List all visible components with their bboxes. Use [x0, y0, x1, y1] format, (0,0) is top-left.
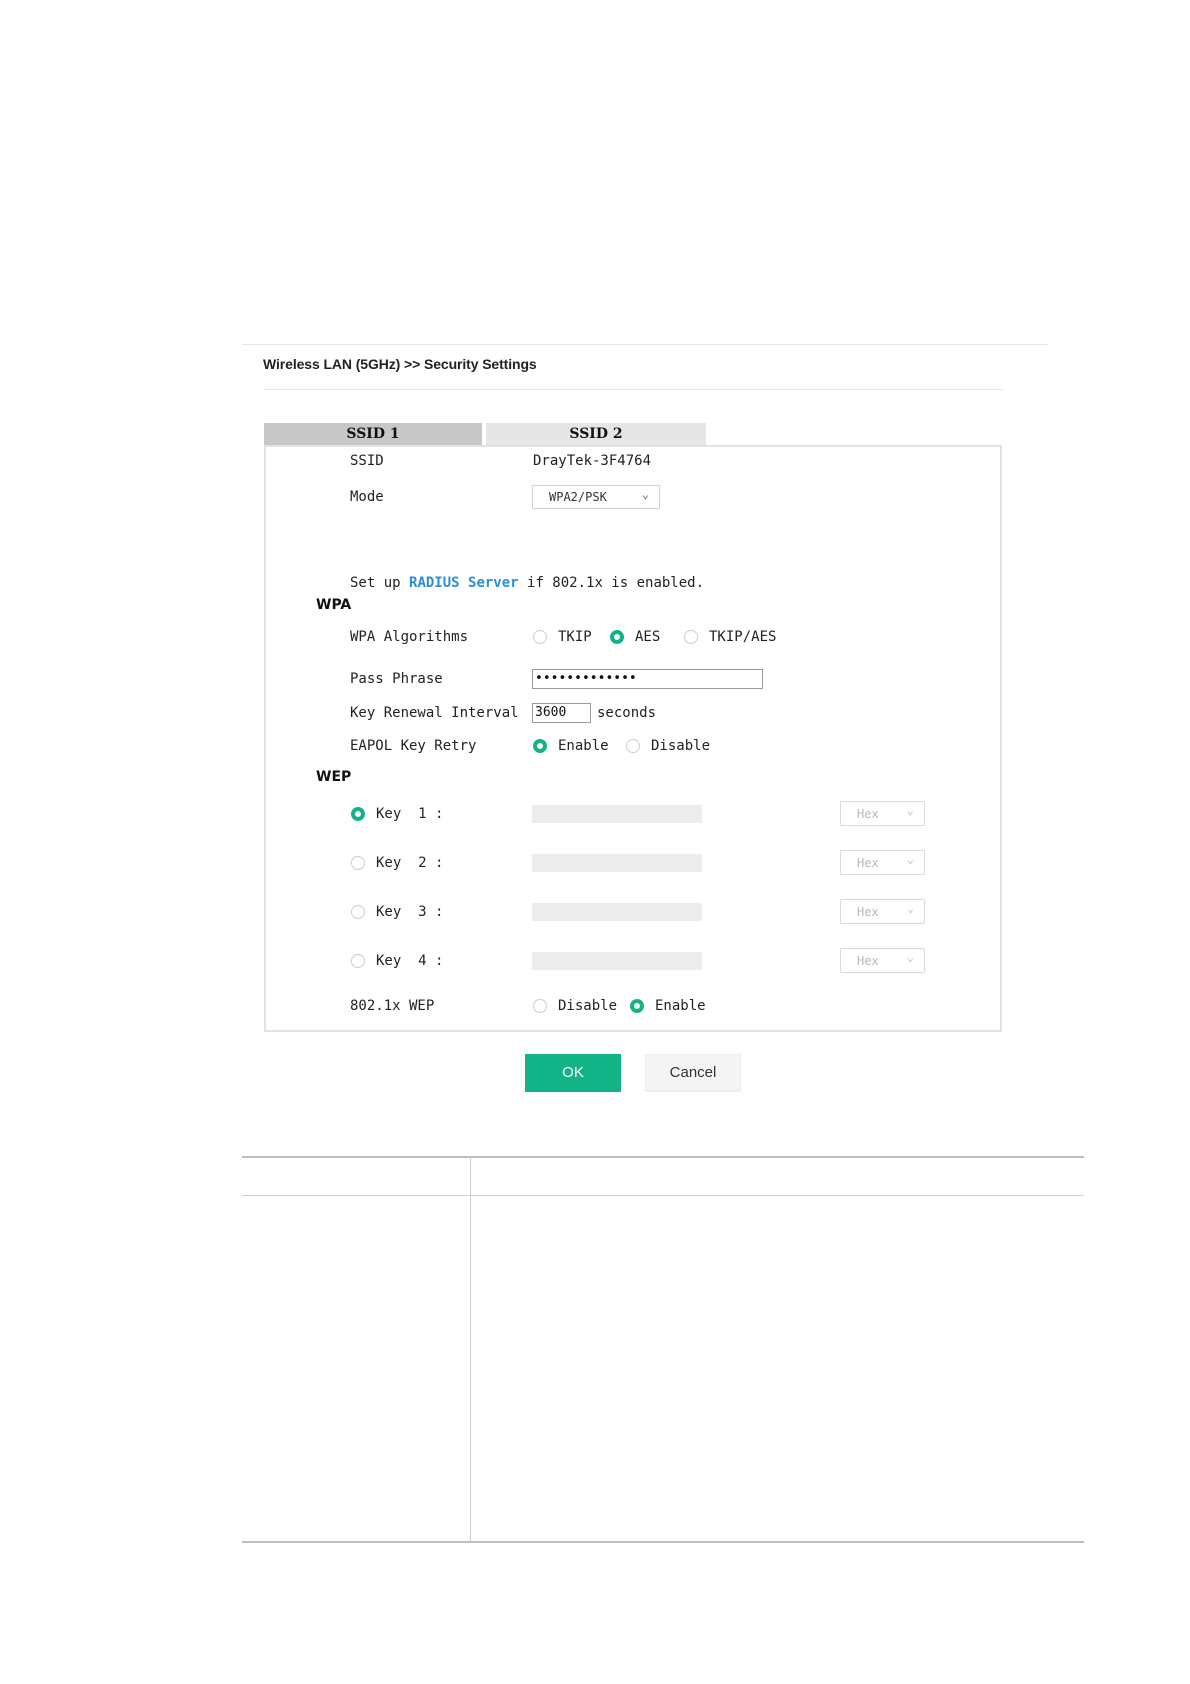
- wep-key-1-format-select[interactable]: Hex ⌄: [840, 801, 925, 826]
- wep-key-1-input[interactable]: [532, 805, 702, 823]
- ssid-label: SSID: [350, 453, 384, 469]
- eapol-disable-radio[interactable]: [626, 739, 640, 753]
- wpa-section-title: WPA: [316, 597, 352, 613]
- key-renewal-unit: seconds: [597, 705, 657, 721]
- pass-phrase-input[interactable]: •••••••••••••: [532, 669, 763, 689]
- key-renewal-label: Key Renewal Interval: [350, 705, 519, 721]
- page-title: Wireless LAN (5GHz) >> Security Settings: [263, 356, 537, 372]
- aes-label: AES: [635, 629, 661, 645]
- radius-note-suffix: if 802.1x is enabled.: [518, 575, 705, 591]
- mode-select[interactable]: WPA2/PSK ⌄: [532, 485, 660, 509]
- table-top-border: [242, 1156, 1084, 1158]
- wep-key-2-input[interactable]: [532, 854, 702, 872]
- tab-ssid-2[interactable]: SSID 2: [486, 423, 706, 445]
- cancel-button[interactable]: Cancel: [645, 1054, 741, 1092]
- wep-key-3-format-select[interactable]: Hex ⌄: [840, 899, 925, 924]
- tkip-aes-radio[interactable]: [684, 630, 698, 644]
- wep-key-2-radio[interactable]: [351, 856, 365, 870]
- mode-label: Mode: [350, 489, 384, 505]
- wep-key-2-label: Key 2 :: [376, 855, 444, 871]
- eapol-label: EAPOL Key Retry: [350, 738, 477, 754]
- ssid-value: DrayTek-3F4764: [533, 453, 652, 469]
- tab-ssid-1[interactable]: SSID 1: [264, 423, 482, 445]
- wep-key-1-label: Key 1 :: [376, 806, 444, 822]
- chevron-down-icon: ⌄: [906, 803, 914, 817]
- dot1x-wep-label: 802.1x WEP: [350, 998, 435, 1014]
- top-divider: [242, 344, 1048, 345]
- wep-key-2-format-select[interactable]: Hex ⌄: [840, 850, 925, 875]
- wep-key-3-label: Key 3 :: [376, 904, 444, 920]
- dot1x-enable-radio[interactable]: [630, 999, 644, 1013]
- wep-key-4-format-value: Hex: [857, 954, 879, 968]
- table-header-separator: [242, 1195, 1084, 1196]
- table-bottom-border: [242, 1541, 1084, 1543]
- title-divider: [263, 389, 1003, 390]
- wep-key-3-radio[interactable]: [351, 905, 365, 919]
- eapol-disable-label: Disable: [651, 738, 711, 754]
- ok-button[interactable]: OK: [525, 1054, 621, 1092]
- table-column-divider: [470, 1157, 471, 1542]
- wep-key-3-input[interactable]: [532, 903, 702, 921]
- aes-radio[interactable]: [610, 630, 624, 644]
- wpa-algorithms-label: WPA Algorithms: [350, 629, 469, 645]
- key-renewal-input[interactable]: 3600: [532, 703, 591, 723]
- dot1x-enable-label: Enable: [655, 998, 706, 1014]
- wep-key-1-format-value: Hex: [857, 807, 879, 821]
- chevron-down-icon: ⌄: [641, 487, 649, 501]
- tkip-label: TKIP: [558, 629, 592, 645]
- chevron-down-icon: ⌄: [906, 901, 914, 915]
- wep-key-4-input[interactable]: [532, 952, 702, 970]
- dot1x-disable-label: Disable: [558, 998, 618, 1014]
- wep-key-4-format-select[interactable]: Hex ⌄: [840, 948, 925, 973]
- wep-key-4-label: Key 4 :: [376, 953, 444, 969]
- wep-key-3-format-value: Hex: [857, 905, 879, 919]
- mode-select-value: WPA2/PSK: [549, 490, 607, 504]
- tkip-aes-label: TKIP/AES: [709, 629, 777, 645]
- chevron-down-icon: ⌄: [906, 950, 914, 964]
- wep-key-1-radio[interactable]: [351, 807, 365, 821]
- radius-server-link[interactable]: RADIUS Server: [409, 575, 519, 591]
- chevron-down-icon: ⌄: [906, 852, 914, 866]
- tkip-radio[interactable]: [533, 630, 547, 644]
- eapol-enable-radio[interactable]: [533, 739, 547, 753]
- pass-phrase-label: Pass Phrase: [350, 671, 443, 687]
- wep-key-4-radio[interactable]: [351, 954, 365, 968]
- radius-note-prefix: Set up: [350, 575, 410, 591]
- wep-key-2-format-value: Hex: [857, 856, 879, 870]
- dot1x-disable-radio[interactable]: [533, 999, 547, 1013]
- wep-section-title: WEP: [316, 769, 352, 785]
- eapol-enable-label: Enable: [558, 738, 609, 754]
- radius-note: Set up RADIUS Server if 802.1x is enable…: [350, 575, 704, 591]
